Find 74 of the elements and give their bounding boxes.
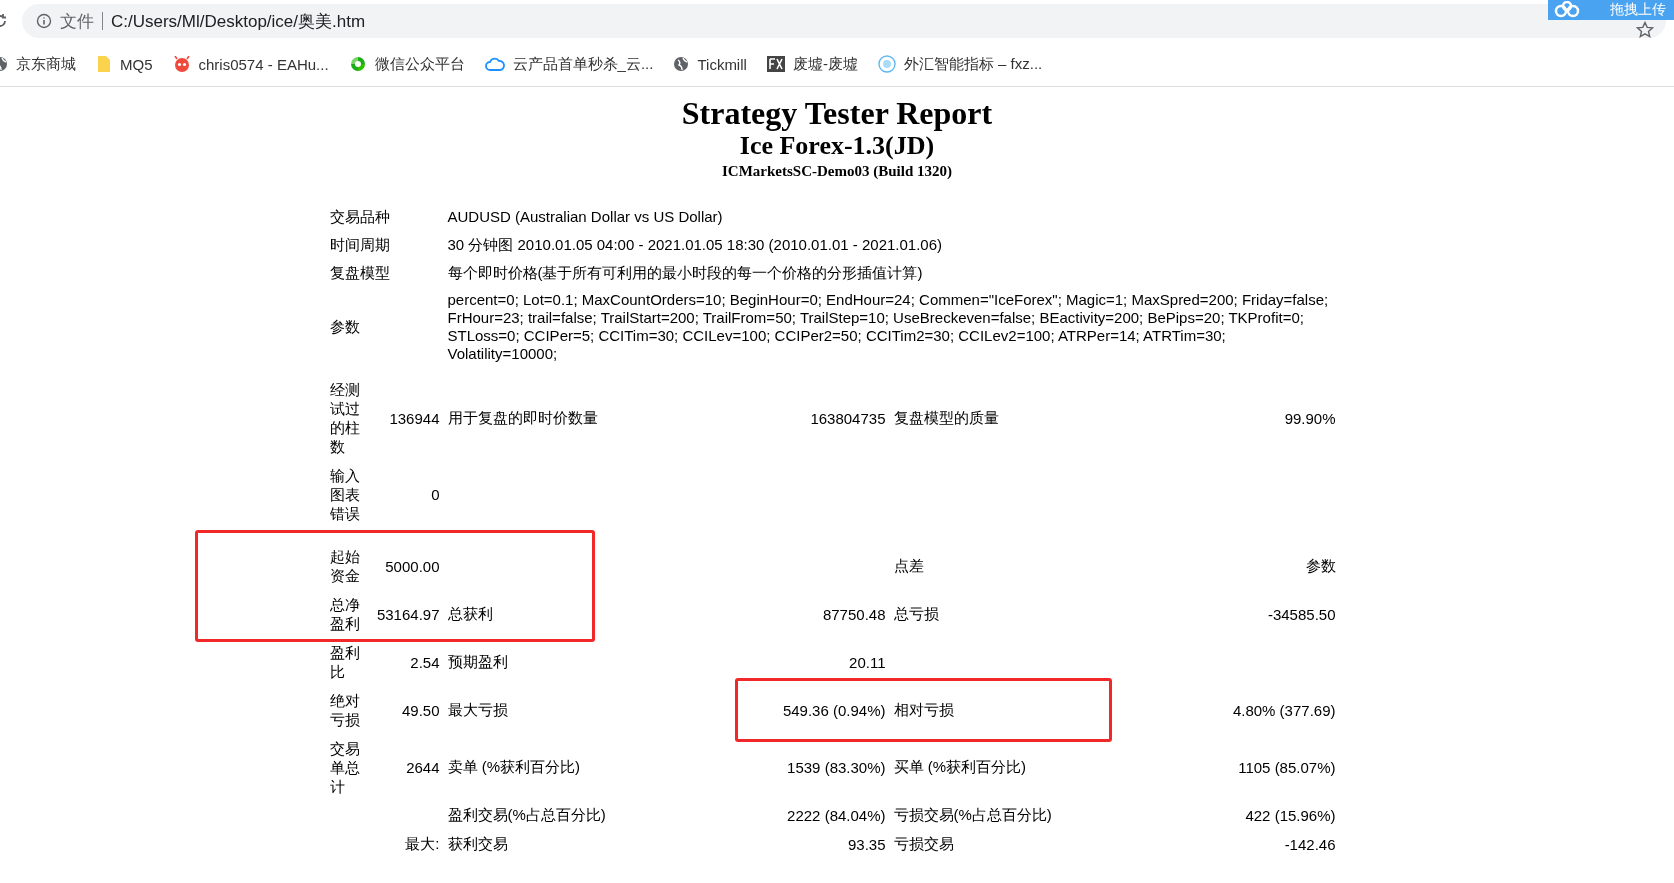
stat-label: 输入图表错误: [329, 467, 360, 522]
info-value: percent=0; Lot=0.1; MaxCountOrders=10; BeginHour=0; EndHour=24; Commen="IceForex"; Magic=1; MaxSpred=200; Friday=false; FrHour=23; trail=false; TrailStart=200; TrailFrom=50; TrailStep=10; UseBreckeven=false; BEactivity=200; BePips=20; TKProfit=0; STLoss=0; CCIPer=5; CCITim=30; CCILev=100; CCIPer2=50; CCITim2=30; CCILev2=100; ATRPer=14; ATRTim=30; Volatility=10000;: [447, 291, 1330, 363]
info-icon[interactable]: [36, 13, 52, 29]
stat-label: 总净盈利: [329, 596, 360, 632]
stat-label: 点差: [893, 556, 924, 574]
stat-value: 5000.00: [385, 557, 440, 575]
ea-icon: [877, 55, 896, 73]
swirl-icon: [348, 55, 367, 73]
stat-label: 卖单 (%获利百分比): [447, 758, 580, 775]
info-value: 每个即时价格(基于所有可利用的最小时段的每一个价格的分形插值计算): [447, 264, 924, 282]
stat-value: 87750.48: [822, 605, 886, 623]
bookmark[interactable]: Tickmill: [673, 55, 747, 73]
page-type-label: 文件: [60, 10, 94, 33]
stat-value: 163804735: [810, 409, 886, 427]
stat-value: 422 (15.96%): [1245, 807, 1336, 824]
stat-value: 20.11: [849, 653, 886, 671]
report-subtitle: Ice Forex-1.3(JD): [738, 131, 936, 161]
stat-value: -34585.50: [1267, 605, 1336, 623]
stat-label: 相对亏损: [893, 700, 954, 718]
cloud-icon: [484, 57, 505, 71]
stat-label: 预期盈利: [447, 652, 508, 670]
bookmark[interactable]: 外汇智能指标 – fxz...: [877, 54, 1043, 74]
folder-icon: [96, 55, 112, 73]
stat-label: 起始资金: [329, 548, 360, 584]
stat-value: 2644: [406, 759, 440, 776]
robot-icon: [172, 56, 191, 72]
stat-value: 93.35: [847, 836, 886, 853]
stat-value: 53164.97: [376, 605, 440, 623]
stat-label: 总亏损: [893, 604, 939, 622]
info-label: 交易品种: [329, 208, 390, 225]
stat-value: 136944: [389, 409, 440, 427]
bookmark[interactable]: MQ5: [96, 55, 153, 73]
stat-label: 用于复盘的即时价数量: [447, 408, 598, 426]
server-name: ICMarketsSC-Demo03 (Build 1320): [721, 162, 953, 181]
stat-label: 盈利比: [329, 644, 360, 680]
address-text[interactable]: C:/Users/Ml/Desktop/ice/奥美.htm: [111, 9, 366, 33]
stat-label: 绝对亏损: [329, 692, 360, 728]
stat-label: 亏损交易: [893, 835, 954, 852]
bookmark[interactable]: 微信公众平台: [348, 54, 465, 74]
stat-value: 0: [431, 486, 440, 503]
stat-value: 1539 (83.30%): [787, 759, 886, 776]
stat-value: 2222 (84.04%): [787, 807, 886, 824]
stat-label: 复盘模型的质量: [893, 408, 999, 426]
stat-label: 经测试过的柱数: [329, 381, 360, 455]
report-title: Strategy Tester Report: [680, 95, 994, 131]
stat-label: 亏损交易(%占总百分比): [893, 806, 1052, 823]
info-value: AUDUSD (Australian Dollar vs US Dollar): [447, 208, 724, 226]
bookmark[interactable]: 云产品首单秒杀_云...: [484, 54, 654, 74]
stat-label: 买单 (%获利百分比): [893, 758, 1026, 775]
info-label: 复盘模型: [329, 264, 390, 281]
stat-value: 2.54: [410, 653, 440, 671]
info-label: 时间周期: [329, 236, 390, 253]
stat-label: 获利交易: [447, 835, 508, 852]
stat-value: 4.80% (377.69): [1232, 701, 1336, 719]
fx-icon: [766, 56, 785, 72]
stat-label: 最大亏损: [447, 700, 508, 718]
cloud-icon: [1554, 1, 1580, 19]
globe-icon: [673, 56, 690, 72]
stat-value: 最大:: [405, 835, 440, 852]
stat-value: -142.46: [1284, 836, 1336, 853]
info-label: 参数: [329, 318, 360, 335]
stat-value: 49.50: [401, 701, 440, 719]
stat-value: 99.90%: [1284, 409, 1336, 427]
info-value: 30 分钟图 2010.01.05 04:00 - 2021.01.05 18:30 (2010.01.01 - 2021.01.06): [447, 236, 944, 254]
stat-value: 549.36 (0.94%): [782, 701, 886, 719]
stat-label: 总获利: [447, 604, 493, 622]
stat-label: 交易单总计: [329, 740, 360, 795]
bookmark[interactable]: 废墟-废墟: [766, 54, 858, 74]
stat-value: 参数: [1305, 556, 1336, 574]
stat-label: 盈利交易(%占总百分比): [447, 806, 606, 823]
stat-value: 1105 (85.07%): [1238, 759, 1336, 776]
star-icon[interactable]: [1636, 21, 1654, 39]
bookmark[interactable]: chris0574 - EAHu...: [172, 55, 329, 73]
bookmark[interactable]: 京东商城: [0, 54, 76, 74]
